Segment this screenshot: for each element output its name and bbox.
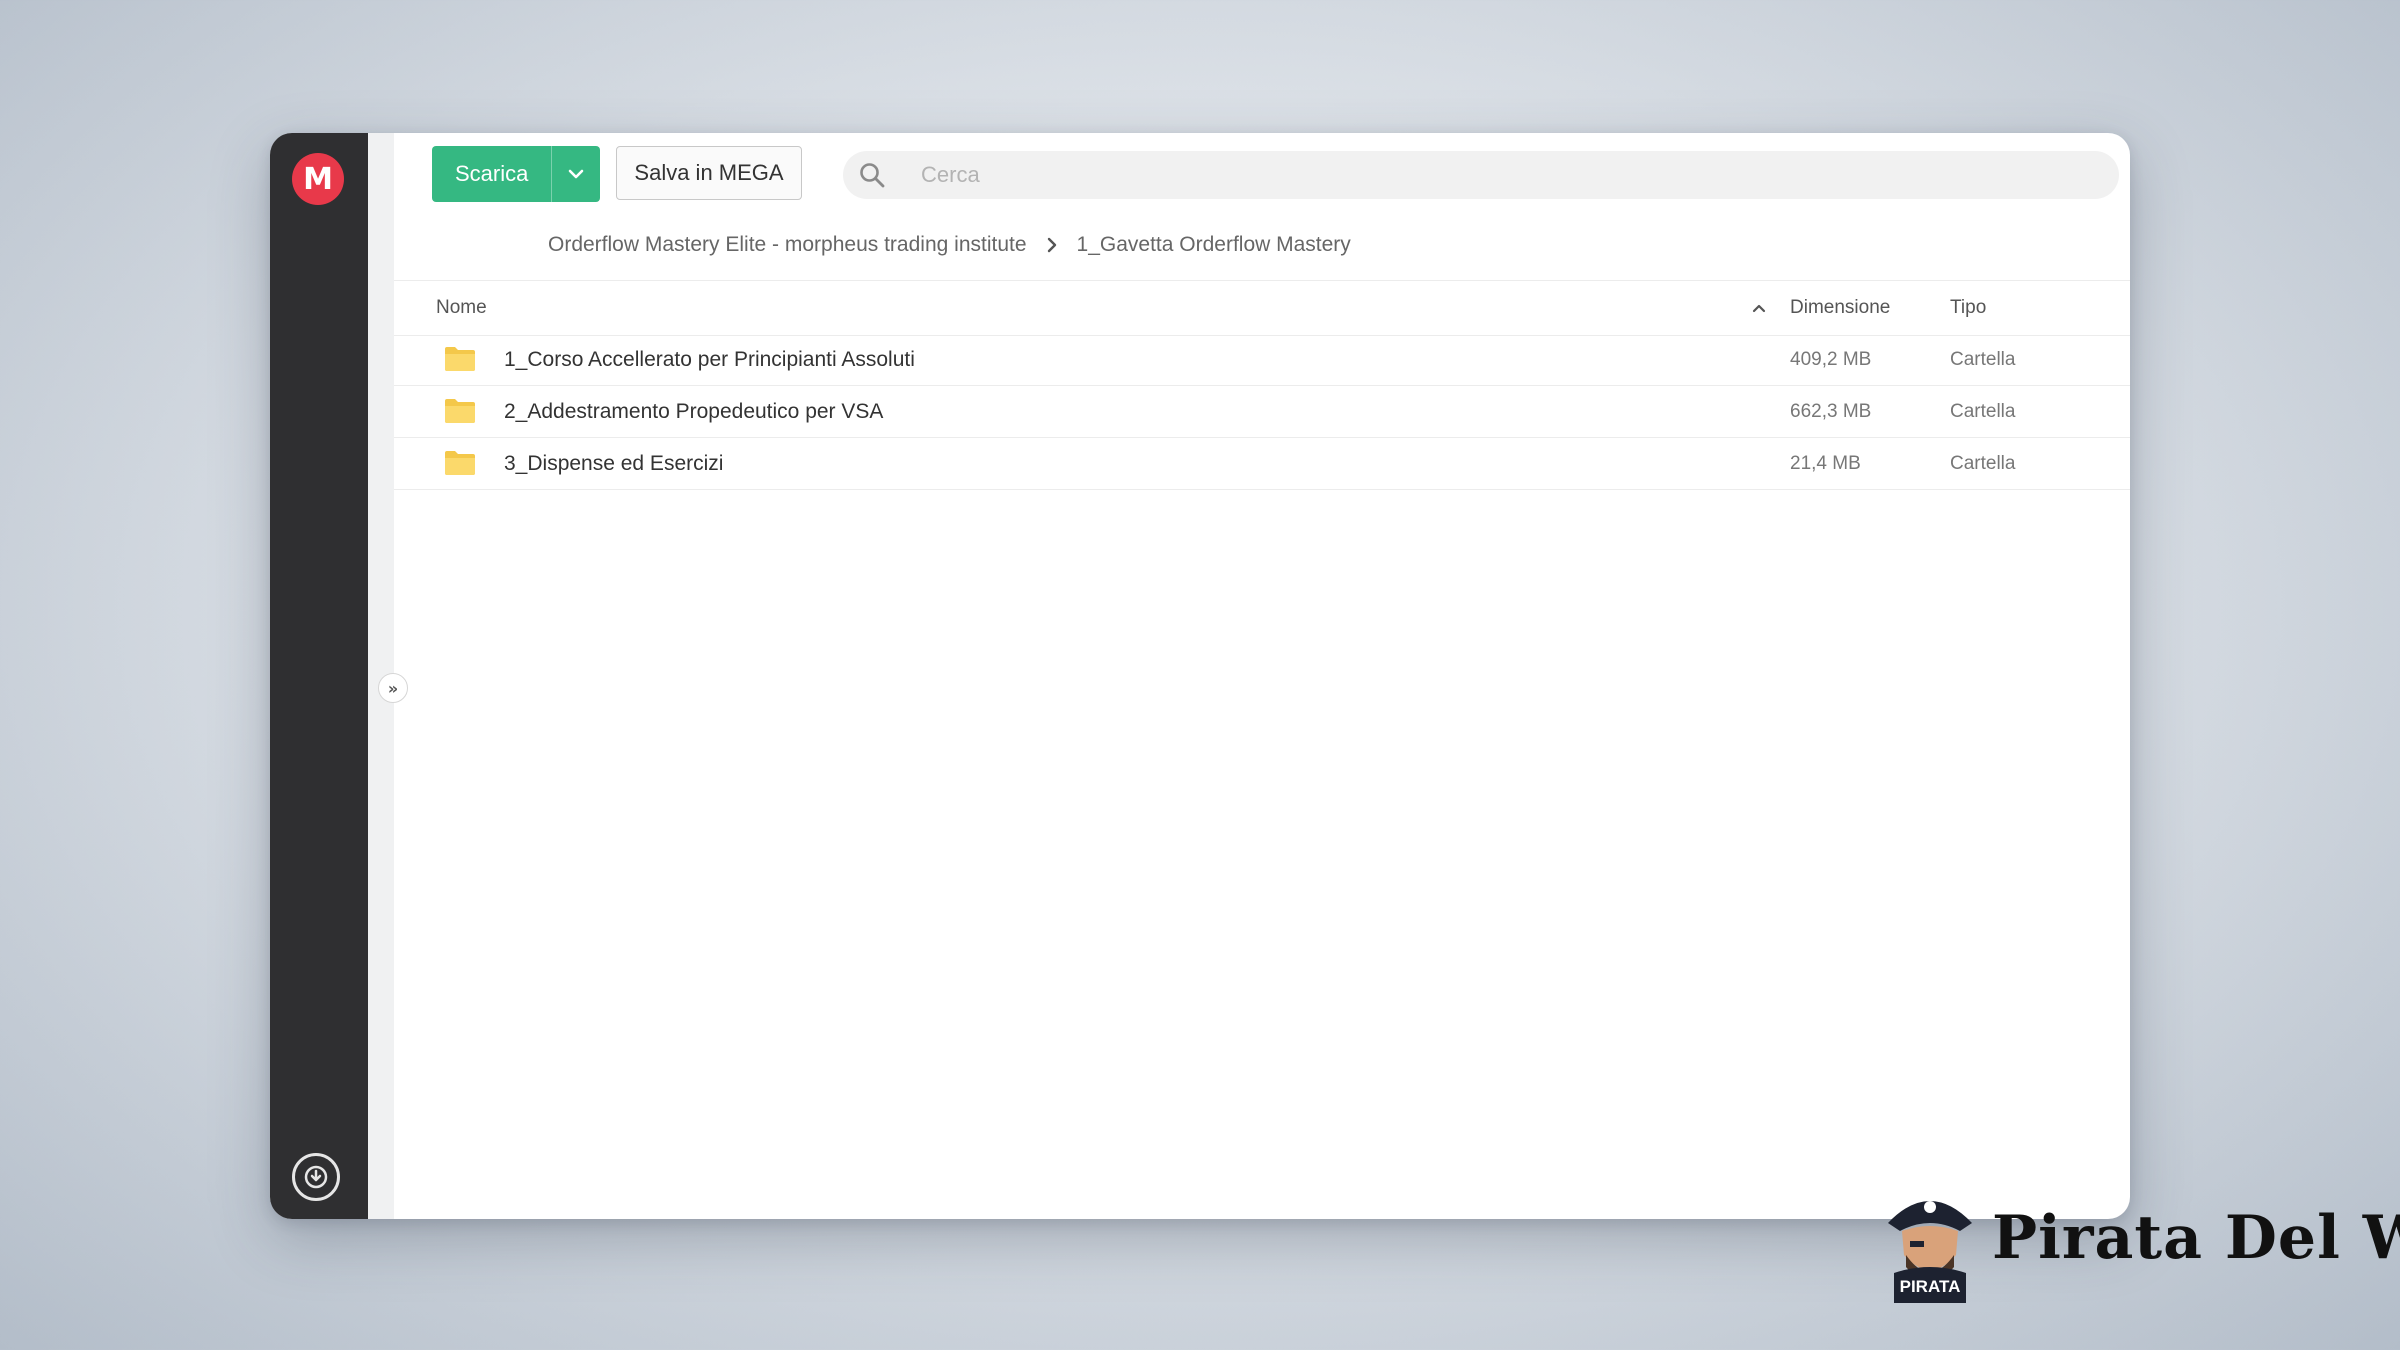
row-name: 1_Corso Accellerato per Principianti Ass… [504, 347, 915, 371]
chevron-down-icon[interactable] [552, 169, 600, 179]
search-icon [857, 160, 887, 190]
column-header-type[interactable]: Tipo [1950, 281, 1986, 335]
folder-icon [445, 399, 475, 423]
breadcrumb-item-current[interactable]: 1_Gavetta Orderflow Mastery [1077, 233, 1351, 257]
table-row[interactable]: 2_Addestramento Propedeutico per VSA 662… [394, 386, 2130, 438]
row-name: 3_Dispense ed Esercizi [504, 451, 724, 475]
row-type: Cartella [1950, 400, 2016, 422]
download-button-label: Scarica [455, 161, 529, 186]
row-name: 2_Addestramento Propedeutico per VSA [504, 399, 884, 423]
left-sidebar: M [270, 133, 368, 1219]
brand-watermark: PIRATA Pirata Del Web [1880, 1185, 2400, 1305]
row-type: Cartella [1950, 452, 2016, 474]
brand-title: Pirata Del Web [1992, 1203, 2400, 1273]
folder-icon [445, 347, 475, 371]
search-bar[interactable] [843, 151, 2119, 199]
breadcrumb-item-root[interactable]: Orderflow Mastery Elite - morpheus tradi… [548, 233, 1027, 257]
table-row[interactable]: 3_Dispense ed Esercizi 21,4 MB Cartella [394, 438, 2130, 490]
table-row[interactable]: 1_Corso Accellerato per Principianti Ass… [394, 334, 2130, 386]
column-header-size[interactable]: Dimensione [1790, 281, 1890, 335]
search-input[interactable] [919, 161, 2023, 189]
breadcrumb: Orderflow Mastery Elite - morpheus tradi… [548, 227, 1351, 263]
expand-sidebar-icon[interactable]: » [378, 673, 408, 703]
row-size: 409,2 MB [1790, 348, 1872, 370]
sync-icon[interactable] [292, 1153, 340, 1201]
mega-logo[interactable]: M [292, 153, 344, 205]
row-type: Cartella [1950, 348, 2016, 370]
save-to-mega-button[interactable]: Salva in MEGA [616, 146, 802, 200]
brand-badge: PIRATA [1894, 1275, 1966, 1299]
row-size: 21,4 MB [1790, 452, 1861, 474]
folder-icon [445, 451, 475, 475]
file-list: 1_Corso Accellerato per Principianti Ass… [394, 334, 2130, 490]
mega-window: M » Scarica Salva in MEGA Orderflow [270, 133, 2130, 1219]
chevron-right-icon [1047, 237, 1057, 253]
column-header-name[interactable]: Nome [436, 281, 487, 335]
sort-ascending-icon[interactable] [1752, 281, 1766, 335]
row-size: 662,3 MB [1790, 400, 1872, 422]
download-button[interactable]: Scarica [432, 146, 600, 202]
table-header: Nome Dimensione Tipo [394, 280, 2130, 336]
